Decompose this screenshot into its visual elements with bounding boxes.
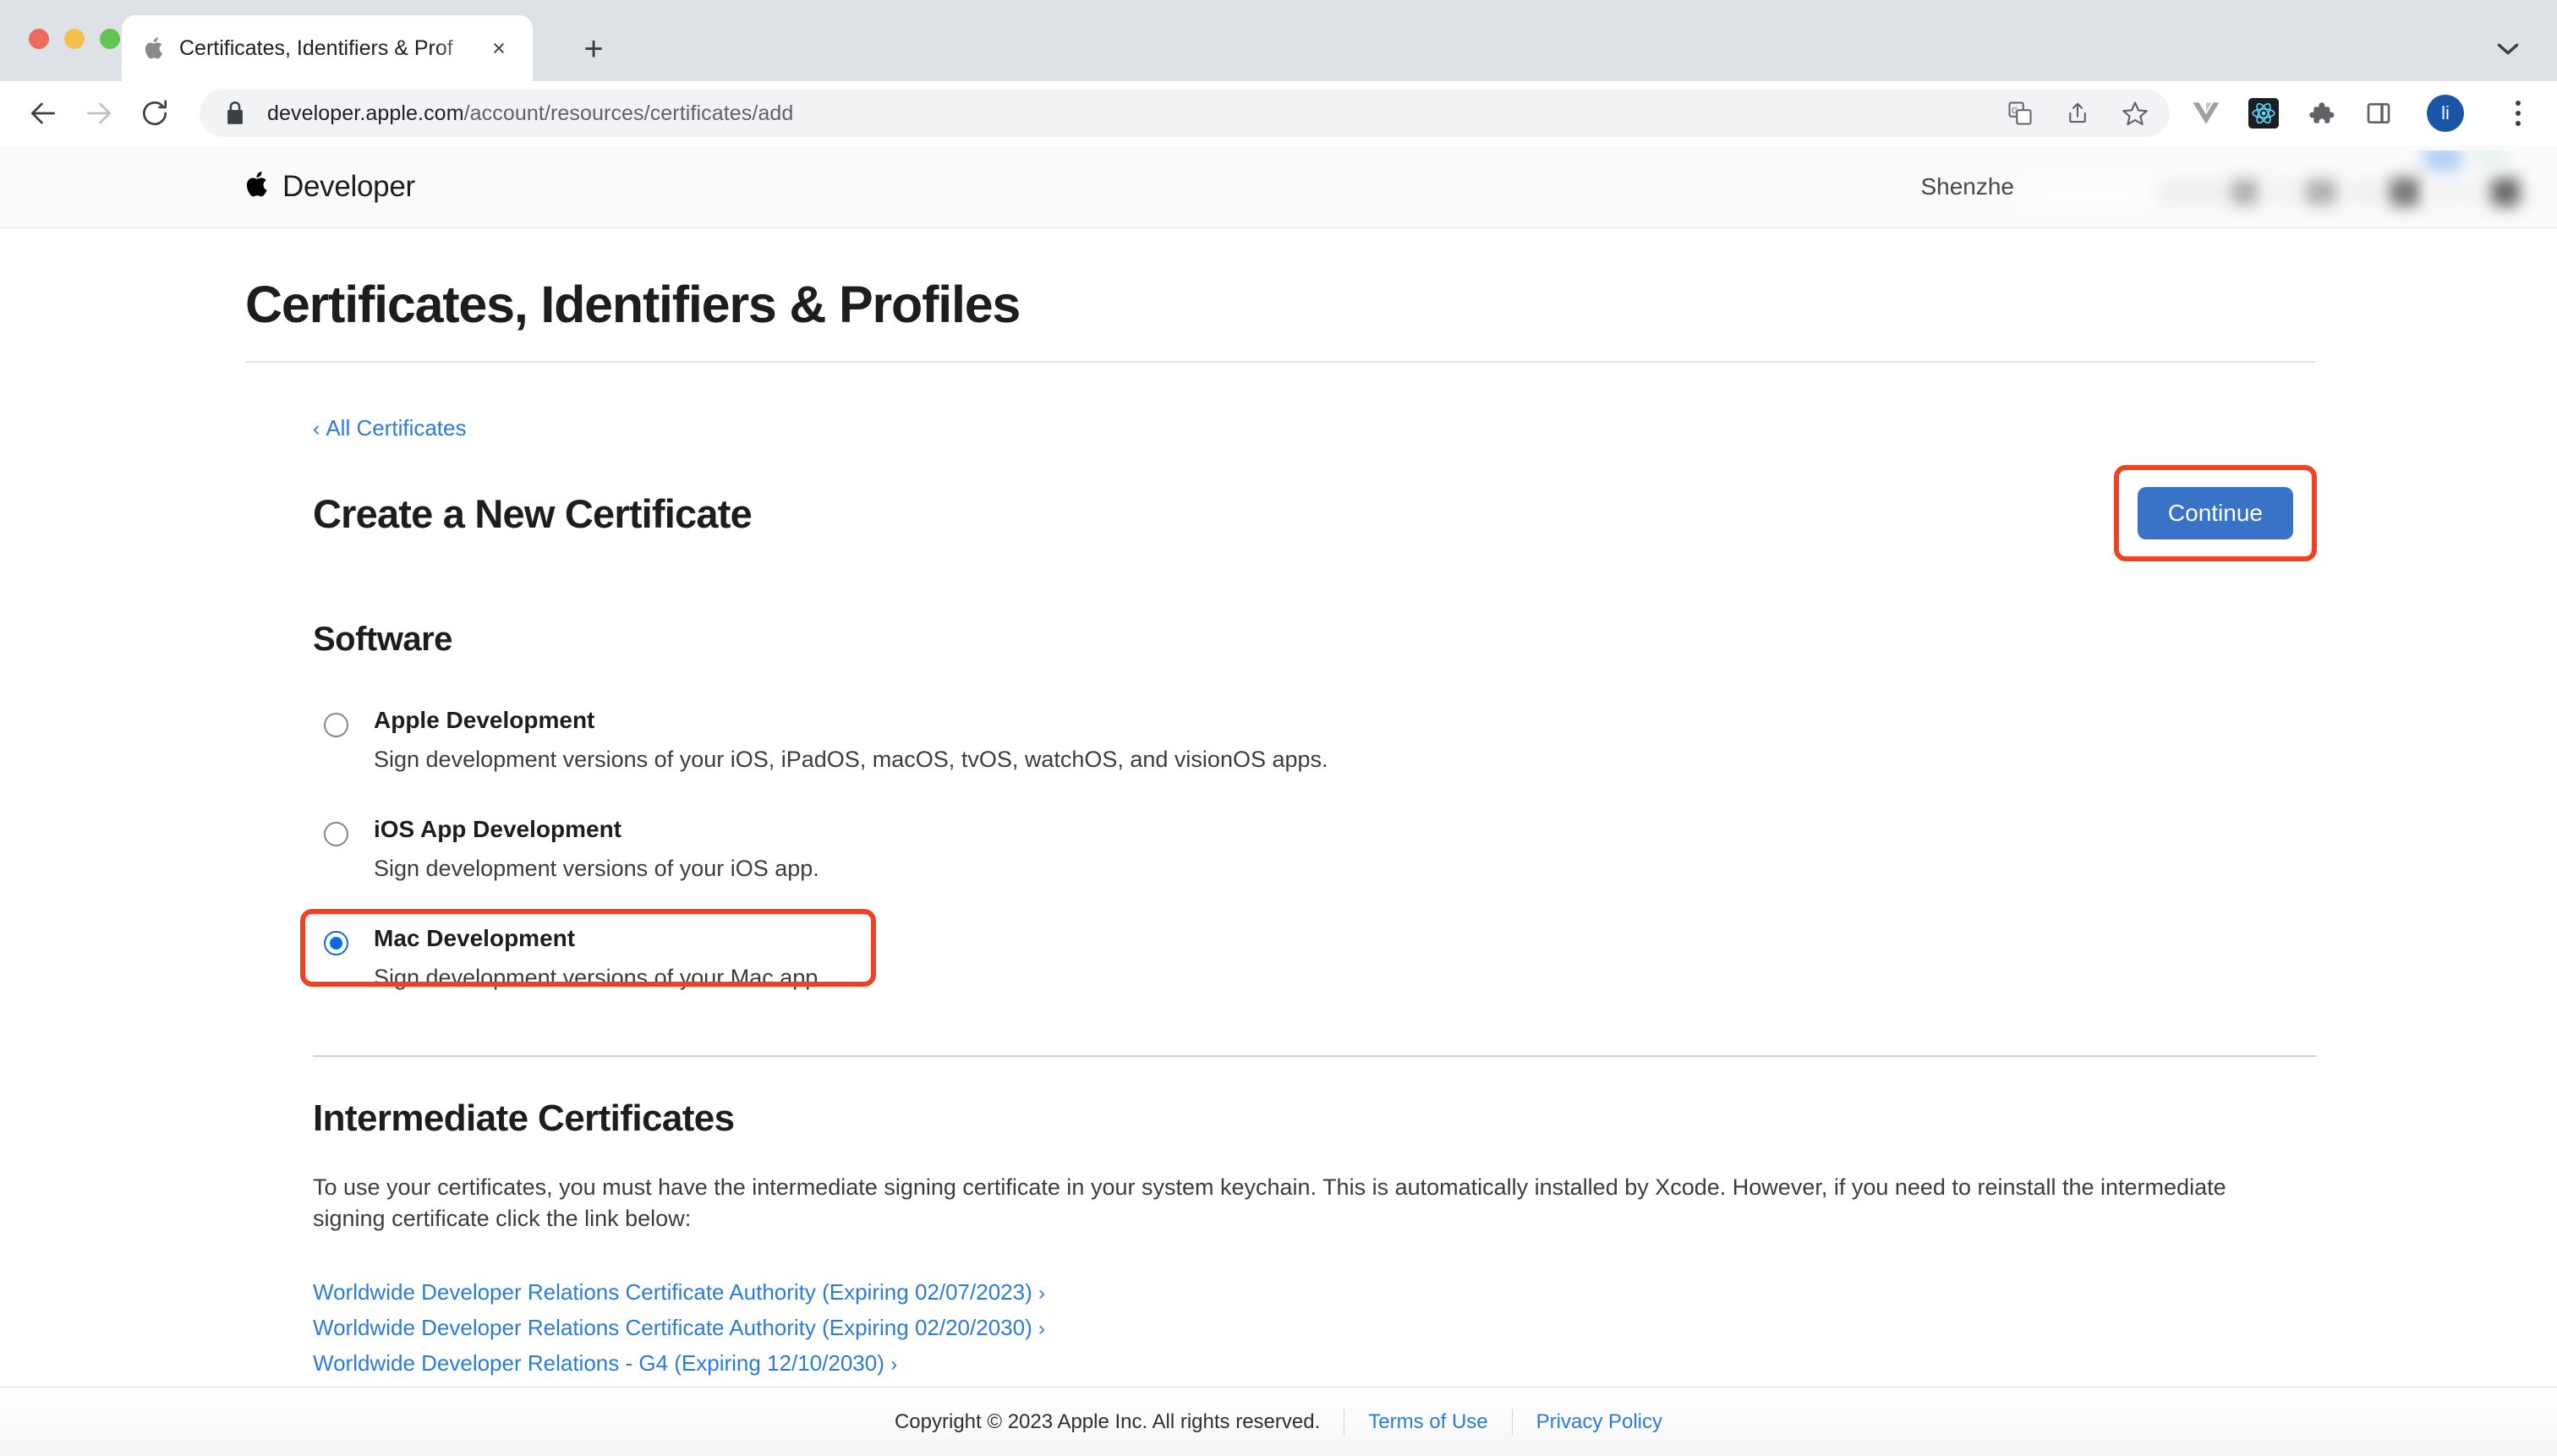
certificate-type-options: Apple Development Sign development versi… bbox=[300, 694, 2317, 1003]
close-window-button[interactable] bbox=[29, 29, 49, 49]
section-divider bbox=[313, 1054, 2317, 1057]
profile-avatar[interactable]: li bbox=[2427, 95, 2464, 132]
react-devtools-icon[interactable] bbox=[2248, 97, 2280, 129]
option-body: Apple Development Sign development versi… bbox=[374, 706, 1328, 773]
account-name: Shenzhe bbox=[1920, 173, 2014, 200]
continue-button[interactable]: Continue bbox=[2137, 487, 2293, 539]
side-panel-icon[interactable] bbox=[2363, 97, 2395, 129]
address-bar[interactable]: developer.apple.com/account/resources/ce… bbox=[200, 90, 2170, 137]
lock-icon bbox=[225, 101, 249, 125]
page-footer: Copyright © 2023 Apple Inc. All rights r… bbox=[0, 1387, 2557, 1456]
option-apple-development[interactable]: Apple Development Sign development versi… bbox=[313, 694, 2317, 785]
option-mac-development[interactable]: Mac Development Sign development version… bbox=[300, 908, 2317, 1003]
radio-mac-development[interactable] bbox=[324, 930, 348, 955]
browser-menu-icon[interactable] bbox=[2501, 101, 2535, 126]
breadcrumb-all-certificates[interactable]: ‹ All Certificates bbox=[313, 415, 466, 441]
copyright-text: Copyright © 2023 Apple Inc. All rights r… bbox=[894, 1409, 1321, 1433]
back-icon[interactable] bbox=[15, 85, 71, 141]
chevron-right-icon: › bbox=[890, 1352, 898, 1376]
option-body: iOS App Development Sign development ver… bbox=[374, 815, 819, 882]
option-description: Sign development versions of your iOS, i… bbox=[374, 746, 1328, 772]
apple-logo-icon bbox=[245, 169, 271, 204]
bookmark-star-icon[interactable] bbox=[2121, 99, 2149, 128]
radio-ios-app-development[interactable] bbox=[324, 821, 348, 846]
window-traffic-lights bbox=[29, 29, 120, 49]
vue-devtools-icon[interactable] bbox=[2190, 97, 2222, 129]
page-container: Certificates, Identifiers & Profiles ‹ Al… bbox=[0, 275, 2557, 1416]
share-icon[interactable] bbox=[2063, 99, 2092, 128]
browser-extensions: li bbox=[2182, 95, 2535, 132]
forward-icon[interactable] bbox=[71, 85, 127, 141]
chevron-right-icon: › bbox=[1038, 1282, 1045, 1305]
create-certificate-header: Create a New Certificate Continue bbox=[313, 465, 2317, 561]
browser-toolbar: developer.apple.com/account/resources/ce… bbox=[0, 81, 2557, 145]
option-description: Sign development versions of your iOS ap… bbox=[374, 855, 819, 881]
cert-link[interactable]: Worldwide Developer Relations - G4 (Expi… bbox=[313, 1346, 2317, 1382]
browser-tab-bar: Certificates, Identifiers & Prof × + bbox=[0, 0, 2557, 81]
maximize-window-button[interactable] bbox=[100, 29, 120, 49]
chevron-right-icon: › bbox=[1038, 1317, 1045, 1341]
svg-text:G: G bbox=[2012, 107, 2018, 116]
cert-link[interactable]: Worldwide Developer Relations Certificat… bbox=[313, 1311, 2317, 1346]
omnibox-actions: G bbox=[1985, 99, 2149, 128]
apple-developer-header: Developer Shenzhe bbox=[0, 145, 2557, 228]
reload-icon[interactable] bbox=[127, 85, 183, 141]
breadcrumb-label: All Certificates bbox=[326, 415, 467, 441]
url-path: /account/resources/certificates/add bbox=[463, 101, 794, 125]
apple-icon bbox=[142, 36, 167, 61]
cert-link-label: Worldwide Developer Relations - G4 (Expi… bbox=[313, 1349, 884, 1376]
option-description: Sign development versions of your Mac ap… bbox=[374, 964, 824, 990]
apple-developer-logo[interactable]: Developer bbox=[245, 169, 415, 204]
page-title: Certificates, Identifiers & Profiles bbox=[245, 276, 1021, 333]
option-label: Apple Development bbox=[374, 707, 595, 733]
redacted-account-details bbox=[2018, 151, 2535, 223]
cert-link[interactable]: Worldwide Developer Relations Certificat… bbox=[313, 1275, 2317, 1311]
option-body: Mac Development Sign development version… bbox=[374, 924, 824, 991]
chevron-left-icon: ‹ bbox=[313, 417, 320, 441]
privacy-policy-link[interactable]: Privacy Policy bbox=[1536, 1410, 1662, 1434]
url-host: developer.apple.com bbox=[267, 101, 464, 125]
page-viewport: Developer Shenzhe Certificates, Identifi… bbox=[0, 145, 2557, 1456]
minimize-window-button[interactable] bbox=[64, 29, 85, 49]
continue-button-group: Continue bbox=[2113, 465, 2317, 561]
address-bar-url: developer.apple.com/account/resources/ce… bbox=[267, 101, 793, 126]
option-label: Mac Development bbox=[374, 924, 576, 951]
account-area[interactable]: Shenzhe bbox=[1920, 145, 2535, 228]
option-ios-app-development[interactable]: iOS App Development Sign development ver… bbox=[313, 803, 2317, 894]
close-tab-icon[interactable]: × bbox=[484, 33, 514, 63]
intermediate-certificates-body: To use your certificates, you must have … bbox=[313, 1174, 2226, 1232]
cert-link-label: Worldwide Developer Relations Certificat… bbox=[313, 1315, 1032, 1341]
developer-wordmark: Developer bbox=[282, 169, 415, 203]
chevron-down-icon[interactable] bbox=[2488, 29, 2528, 69]
intermediate-certificates-title: Intermediate Certificates bbox=[313, 1097, 735, 1139]
browser-tab[interactable]: Certificates, Identifiers & Prof × bbox=[122, 15, 533, 81]
footer-divider bbox=[1511, 1409, 1513, 1435]
browser-tab-title: Certificates, Identifiers & Prof bbox=[179, 36, 453, 60]
browser-window: Certificates, Identifiers & Prof × + dev… bbox=[0, 0, 2557, 1456]
main-content: ‹ All Certificates Create a New Certifica… bbox=[300, 363, 2317, 1416]
radio-apple-development[interactable] bbox=[324, 713, 348, 737]
create-certificate-title: Create a New Certificate bbox=[313, 490, 753, 536]
extensions-puzzle-icon[interactable] bbox=[2305, 97, 2337, 129]
translate-icon[interactable]: G bbox=[2006, 99, 2034, 128]
software-section-title: Software bbox=[313, 621, 452, 658]
new-tab-button[interactable]: + bbox=[573, 29, 614, 69]
option-label: iOS App Development bbox=[374, 815, 622, 842]
cert-link-label: Worldwide Developer Relations Certificat… bbox=[313, 1279, 1032, 1305]
terms-of-use-link[interactable]: Terms of Use bbox=[1368, 1410, 1487, 1434]
